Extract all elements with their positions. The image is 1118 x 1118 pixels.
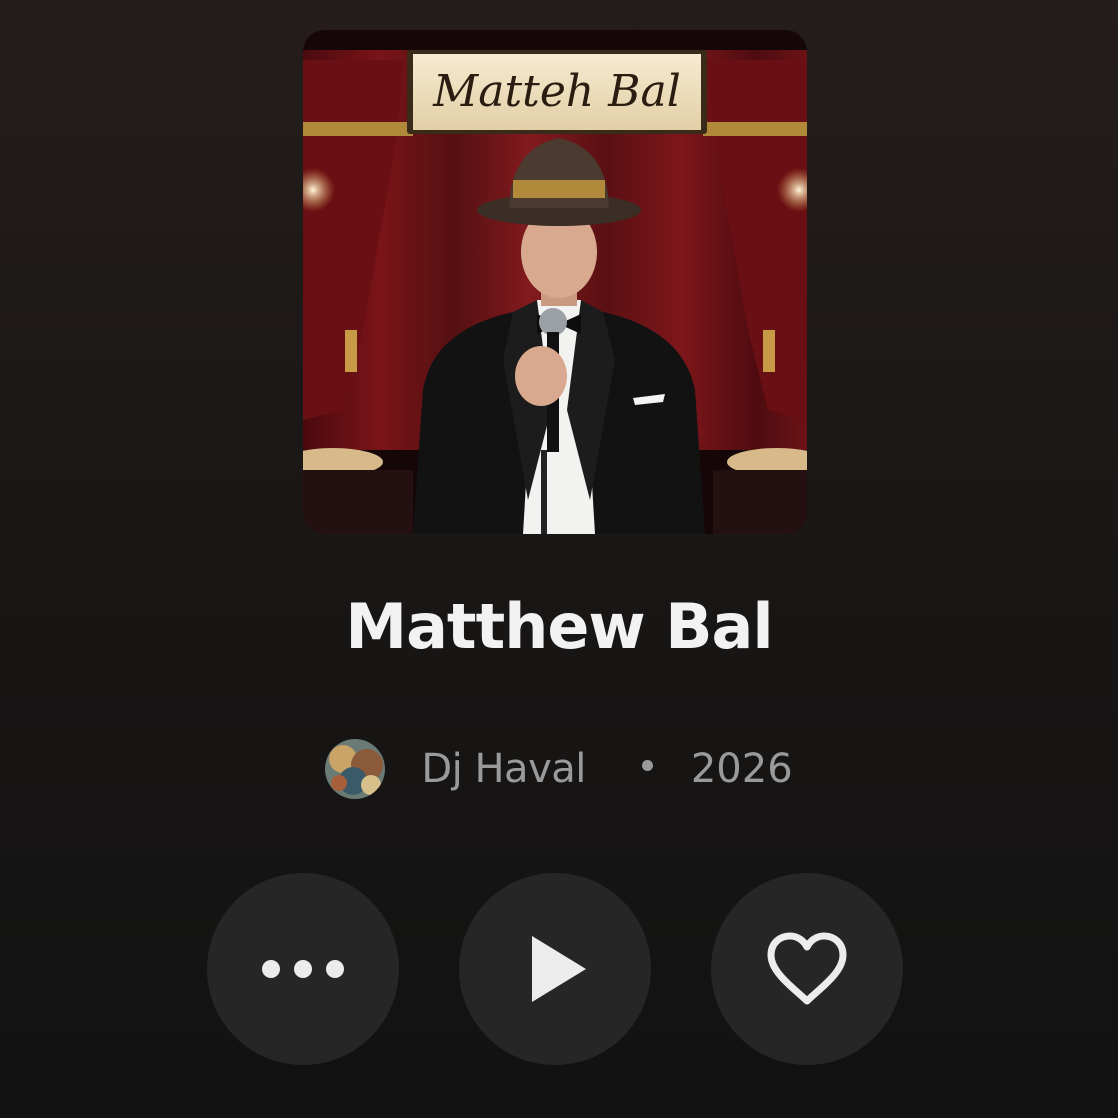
track-meta: Dj Haval 2026 [0,738,1118,800]
artwork-sign-text: Matteh Bal [432,66,681,117]
play-icon [532,936,586,1002]
separator-dot [641,759,653,771]
more-horizontal-icon [262,960,344,978]
track-title: Matthew Bal [345,590,773,663]
more-options-button[interactable] [207,873,399,1065]
artist-name[interactable]: Dj Haval [421,746,586,792]
artwork-image: Matteh Bal [303,30,807,534]
play-button[interactable] [459,873,651,1065]
heart-outline-icon [767,932,847,1005]
release-year: 2026 [690,746,793,792]
album-artwork[interactable]: Matteh Bal [303,30,807,534]
artist-avatar[interactable] [325,739,386,799]
like-button[interactable] [711,873,903,1065]
playback-controls [207,873,903,1065]
